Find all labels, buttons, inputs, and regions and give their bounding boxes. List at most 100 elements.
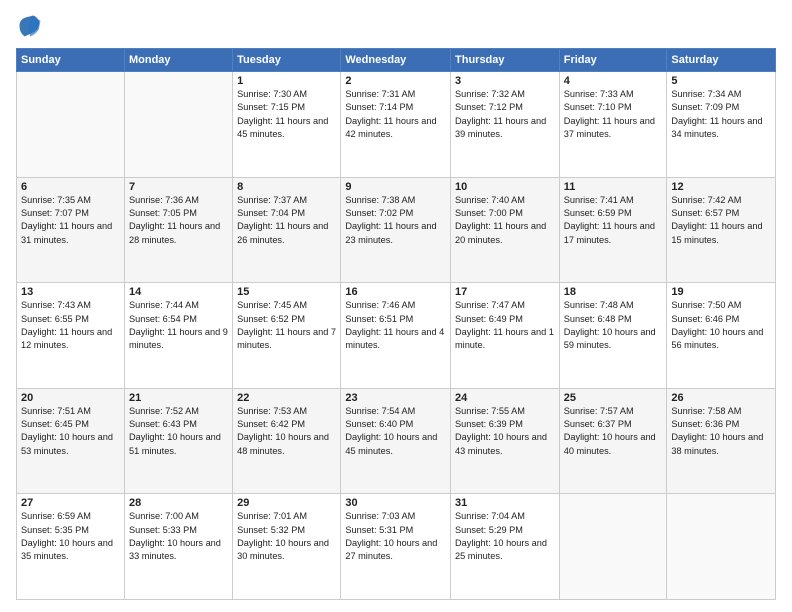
day-info: Sunrise: 7:54 AMSunset: 6:40 PMDaylight:…	[345, 405, 446, 458]
week-row-2: 6Sunrise: 7:35 AMSunset: 7:07 PMDaylight…	[17, 177, 776, 283]
day-number: 7	[129, 181, 228, 193]
week-row-5: 27Sunrise: 6:59 AMSunset: 5:35 PMDayligh…	[17, 494, 776, 600]
day-info: Sunrise: 7:46 AMSunset: 6:51 PMDaylight:…	[345, 299, 446, 352]
day-info: Sunrise: 7:31 AMSunset: 7:14 PMDaylight:…	[345, 88, 446, 141]
day-cell: 21Sunrise: 7:52 AMSunset: 6:43 PMDayligh…	[124, 388, 232, 494]
day-cell: 31Sunrise: 7:04 AMSunset: 5:29 PMDayligh…	[451, 494, 560, 600]
day-number: 19	[671, 286, 771, 298]
day-number: 17	[455, 286, 555, 298]
day-info: Sunrise: 7:50 AMSunset: 6:46 PMDaylight:…	[671, 299, 771, 352]
day-info: Sunrise: 7:51 AMSunset: 6:45 PMDaylight:…	[21, 405, 120, 458]
day-cell: 25Sunrise: 7:57 AMSunset: 6:37 PMDayligh…	[559, 388, 667, 494]
day-info: Sunrise: 7:01 AMSunset: 5:32 PMDaylight:…	[237, 510, 336, 563]
day-cell: 29Sunrise: 7:01 AMSunset: 5:32 PMDayligh…	[233, 494, 341, 600]
day-cell	[124, 72, 232, 178]
weekday-header-saturday: Saturday	[667, 49, 776, 72]
day-number: 4	[564, 75, 663, 87]
day-cell: 22Sunrise: 7:53 AMSunset: 6:42 PMDayligh…	[233, 388, 341, 494]
day-number: 6	[21, 181, 120, 193]
day-cell: 23Sunrise: 7:54 AMSunset: 6:40 PMDayligh…	[341, 388, 451, 494]
day-number: 23	[345, 392, 446, 404]
day-number: 20	[21, 392, 120, 404]
day-cell: 10Sunrise: 7:40 AMSunset: 7:00 PMDayligh…	[451, 177, 560, 283]
day-cell: 7Sunrise: 7:36 AMSunset: 7:05 PMDaylight…	[124, 177, 232, 283]
day-number: 27	[21, 497, 120, 509]
day-info: Sunrise: 7:38 AMSunset: 7:02 PMDaylight:…	[345, 194, 446, 247]
day-cell: 15Sunrise: 7:45 AMSunset: 6:52 PMDayligh…	[233, 283, 341, 389]
day-cell: 26Sunrise: 7:58 AMSunset: 6:36 PMDayligh…	[667, 388, 776, 494]
day-cell: 18Sunrise: 7:48 AMSunset: 6:48 PMDayligh…	[559, 283, 667, 389]
day-cell: 13Sunrise: 7:43 AMSunset: 6:55 PMDayligh…	[17, 283, 125, 389]
day-number: 11	[564, 181, 663, 193]
day-cell: 9Sunrise: 7:38 AMSunset: 7:02 PMDaylight…	[341, 177, 451, 283]
day-info: Sunrise: 7:35 AMSunset: 7:07 PMDaylight:…	[21, 194, 120, 247]
weekday-header-monday: Monday	[124, 49, 232, 72]
day-cell: 14Sunrise: 7:44 AMSunset: 6:54 PMDayligh…	[124, 283, 232, 389]
day-info: Sunrise: 7:58 AMSunset: 6:36 PMDaylight:…	[671, 405, 771, 458]
day-cell: 11Sunrise: 7:41 AMSunset: 6:59 PMDayligh…	[559, 177, 667, 283]
day-number: 3	[455, 75, 555, 87]
day-number: 24	[455, 392, 555, 404]
day-number: 2	[345, 75, 446, 87]
day-number: 30	[345, 497, 446, 509]
day-number: 10	[455, 181, 555, 193]
day-number: 16	[345, 286, 446, 298]
weekday-header-thursday: Thursday	[451, 49, 560, 72]
day-cell: 28Sunrise: 7:00 AMSunset: 5:33 PMDayligh…	[124, 494, 232, 600]
day-number: 13	[21, 286, 120, 298]
day-info: Sunrise: 7:44 AMSunset: 6:54 PMDaylight:…	[129, 299, 228, 352]
day-info: Sunrise: 7:03 AMSunset: 5:31 PMDaylight:…	[345, 510, 446, 563]
weekday-header-row: SundayMondayTuesdayWednesdayThursdayFrid…	[17, 49, 776, 72]
day-info: Sunrise: 7:53 AMSunset: 6:42 PMDaylight:…	[237, 405, 336, 458]
day-number: 25	[564, 392, 663, 404]
day-info: Sunrise: 7:37 AMSunset: 7:04 PMDaylight:…	[237, 194, 336, 247]
day-cell: 1Sunrise: 7:30 AMSunset: 7:15 PMDaylight…	[233, 72, 341, 178]
weekday-header-wednesday: Wednesday	[341, 49, 451, 72]
day-cell: 27Sunrise: 6:59 AMSunset: 5:35 PMDayligh…	[17, 494, 125, 600]
day-number: 12	[671, 181, 771, 193]
day-info: Sunrise: 7:52 AMSunset: 6:43 PMDaylight:…	[129, 405, 228, 458]
day-info: Sunrise: 7:34 AMSunset: 7:09 PMDaylight:…	[671, 88, 771, 141]
logo-icon	[16, 12, 44, 40]
day-cell: 19Sunrise: 7:50 AMSunset: 6:46 PMDayligh…	[667, 283, 776, 389]
week-row-4: 20Sunrise: 7:51 AMSunset: 6:45 PMDayligh…	[17, 388, 776, 494]
page: SundayMondayTuesdayWednesdayThursdayFrid…	[0, 0, 792, 612]
calendar: SundayMondayTuesdayWednesdayThursdayFrid…	[16, 48, 776, 600]
day-cell	[667, 494, 776, 600]
day-cell: 17Sunrise: 7:47 AMSunset: 6:49 PMDayligh…	[451, 283, 560, 389]
day-info: Sunrise: 7:41 AMSunset: 6:59 PMDaylight:…	[564, 194, 663, 247]
day-cell: 12Sunrise: 7:42 AMSunset: 6:57 PMDayligh…	[667, 177, 776, 283]
day-number: 28	[129, 497, 228, 509]
weekday-header-sunday: Sunday	[17, 49, 125, 72]
weekday-header-friday: Friday	[559, 49, 667, 72]
day-info: Sunrise: 7:30 AMSunset: 7:15 PMDaylight:…	[237, 88, 336, 141]
day-info: Sunrise: 7:42 AMSunset: 6:57 PMDaylight:…	[671, 194, 771, 247]
day-cell: 24Sunrise: 7:55 AMSunset: 6:39 PMDayligh…	[451, 388, 560, 494]
weekday-header-tuesday: Tuesday	[233, 49, 341, 72]
day-number: 21	[129, 392, 228, 404]
day-info: Sunrise: 7:33 AMSunset: 7:10 PMDaylight:…	[564, 88, 663, 141]
day-cell: 20Sunrise: 7:51 AMSunset: 6:45 PMDayligh…	[17, 388, 125, 494]
day-number: 5	[671, 75, 771, 87]
day-info: Sunrise: 7:32 AMSunset: 7:12 PMDaylight:…	[455, 88, 555, 141]
week-row-1: 1Sunrise: 7:30 AMSunset: 7:15 PMDaylight…	[17, 72, 776, 178]
day-number: 14	[129, 286, 228, 298]
day-info: Sunrise: 7:47 AMSunset: 6:49 PMDaylight:…	[455, 299, 555, 352]
day-number: 31	[455, 497, 555, 509]
day-info: Sunrise: 7:55 AMSunset: 6:39 PMDaylight:…	[455, 405, 555, 458]
week-row-3: 13Sunrise: 7:43 AMSunset: 6:55 PMDayligh…	[17, 283, 776, 389]
day-cell: 6Sunrise: 7:35 AMSunset: 7:07 PMDaylight…	[17, 177, 125, 283]
day-info: Sunrise: 7:45 AMSunset: 6:52 PMDaylight:…	[237, 299, 336, 352]
day-cell: 3Sunrise: 7:32 AMSunset: 7:12 PMDaylight…	[451, 72, 560, 178]
day-cell: 30Sunrise: 7:03 AMSunset: 5:31 PMDayligh…	[341, 494, 451, 600]
header	[16, 12, 776, 40]
day-info: Sunrise: 7:40 AMSunset: 7:00 PMDaylight:…	[455, 194, 555, 247]
day-info: Sunrise: 7:36 AMSunset: 7:05 PMDaylight:…	[129, 194, 228, 247]
day-number: 8	[237, 181, 336, 193]
day-number: 1	[237, 75, 336, 87]
day-info: Sunrise: 7:57 AMSunset: 6:37 PMDaylight:…	[564, 405, 663, 458]
day-number: 22	[237, 392, 336, 404]
day-info: Sunrise: 7:43 AMSunset: 6:55 PMDaylight:…	[21, 299, 120, 352]
day-number: 9	[345, 181, 446, 193]
day-info: Sunrise: 6:59 AMSunset: 5:35 PMDaylight:…	[21, 510, 120, 563]
